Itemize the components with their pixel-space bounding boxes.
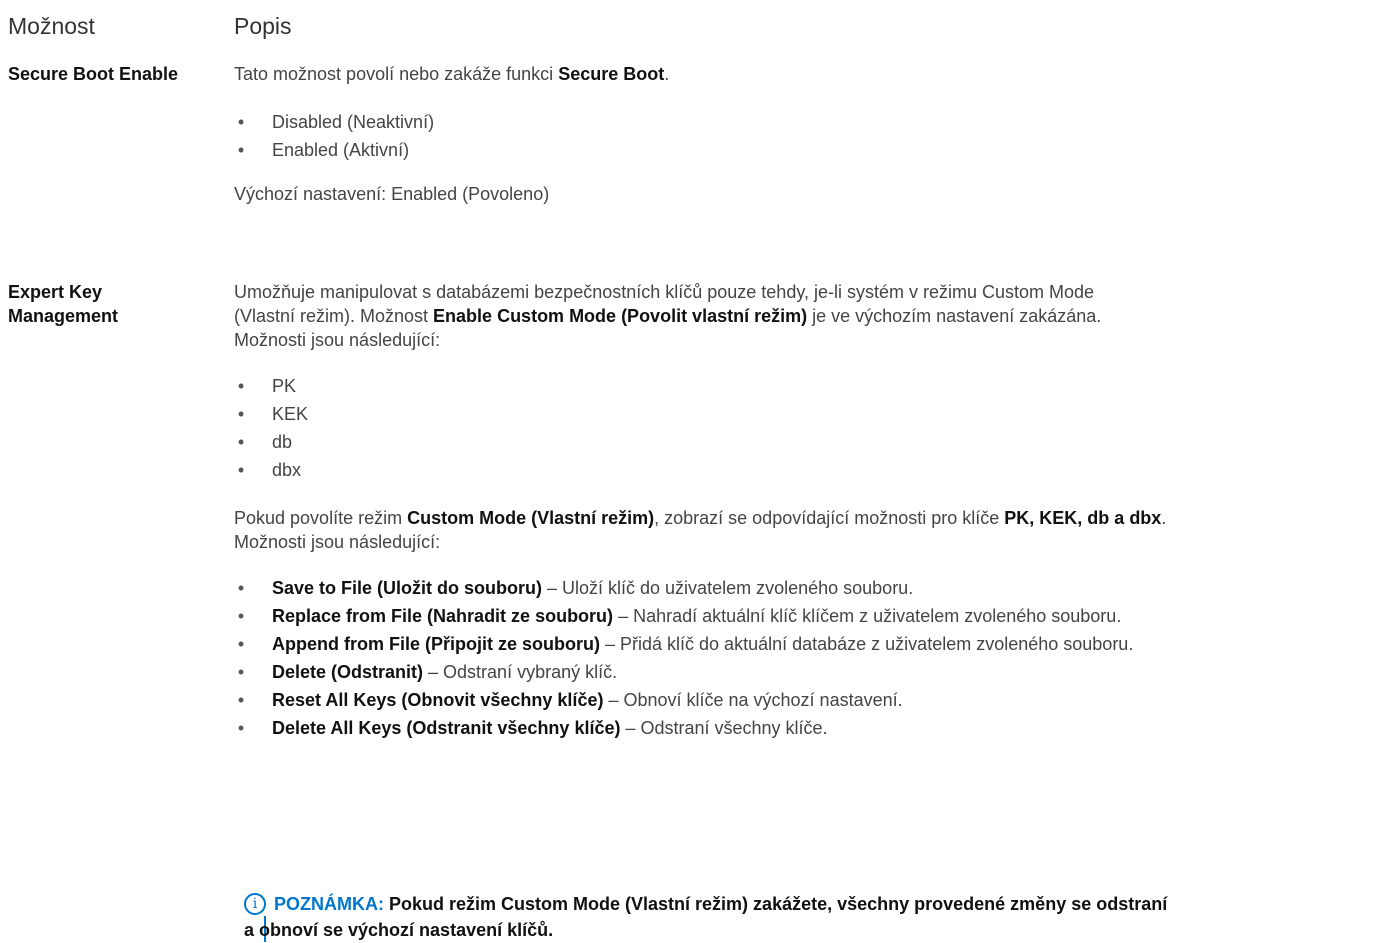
header-option: Možnost [8,13,95,39]
bullet-icon: • [237,404,245,424]
list-item: • KEK [234,400,1387,428]
bullet-icon: • [237,460,245,480]
secure-boot-summary: Tato možnost povolí nebo zakáže funkci S… [234,64,670,84]
option-description-expert-key: Umožňuje manipulovat s databázemi bezpeč… [234,280,1387,742]
bullet-icon: • [237,718,245,738]
option-description-secure-boot: Tato možnost povolí nebo zakáže funkci S… [234,62,1387,206]
list-item: • db [234,428,1387,456]
expert-key-summary: Umožňuje manipulovat s databázemi bezpeč… [234,282,1102,350]
note-line-2: a obnoví se výchozí nastavení klíčů. [244,920,554,940]
list-item: • PK [234,372,1387,400]
list-item: • Disabled (Neaktivní) [234,108,1387,136]
info-icon: i [244,893,266,915]
list-item: • Reset All Keys (Obnovit všechny klíče) … [234,686,1387,714]
bullet-icon: • [237,634,245,654]
option-label-secure-boot: Secure Boot Enable [8,64,179,84]
header-description: Popis [234,13,292,39]
list-item: • Delete All Keys (Odstranit všechny klíč… [234,714,1387,742]
option-label-expert-key: Expert Key Management [8,282,119,326]
bullet-icon: • [237,690,245,710]
bullet-icon: • [237,662,245,682]
list-item: • Enabled (Aktivní) [234,136,1387,164]
list-item: • Replace from File (Nahradit ze souboru)… [234,602,1387,630]
list-item: • Save to File (Uložit do souboru) – Ulož… [234,574,1387,602]
note-text: POZNÁMKA: Pokud režim Custom Mode (Vlast… [244,891,1387,940]
key-database-list: • PK • KEK • db • dbx [234,372,1387,484]
bullet-icon: • [237,376,245,396]
bullet-icon: • [237,578,245,598]
list-item: • Delete (Odstranit) – Odstraní vybraný k… [234,658,1387,686]
key-actions-list: • Save to File (Uložit do souboru) – Ulož… [234,574,1387,742]
secure-boot-options: • Disabled (Neaktivní) • Enabled (Aktivní) [234,108,1387,164]
bullet-icon: • [237,112,245,132]
table-header: Možnost Popis [8,12,1395,42]
bullet-icon: • [237,432,245,452]
bullet-icon: • [237,606,245,626]
document-page: Možnost Popis Secure Boot Enable Tato mo… [0,0,1395,943]
custom-mode-summary: Pokud povolíte režim Custom Mode (Vlastn… [234,508,1167,552]
secure-boot-default: Výchozí nastavení: Enabled (Povoleno) [234,184,550,204]
bullet-icon: • [237,140,245,160]
list-item: • Append from File (Připojit ze souboru) … [234,630,1387,658]
list-item: • dbx [234,456,1387,484]
note-label: POZNÁMKA: [274,894,384,914]
